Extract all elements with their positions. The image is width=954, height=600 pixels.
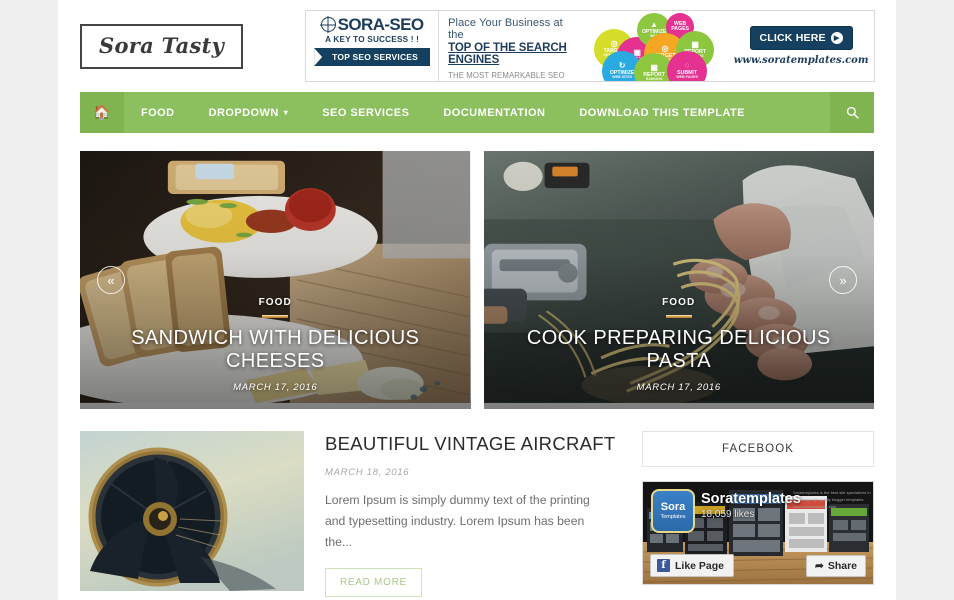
slide-1-caption: FOOD SANDWICH WITH DELICIOUS CHEESES MAR… xyxy=(80,297,471,393)
site-logo[interactable]: Sora Tasty xyxy=(80,23,244,69)
post-content: BEAUTIFUL VINTAGE AIRCRAFT MARCH 18, 201… xyxy=(325,431,620,598)
sidebar: FACEBOOK Soratemplates is the best site … xyxy=(642,431,874,597)
facebook-widget-title: FACEBOOK xyxy=(642,431,874,467)
facebook-share-button[interactable]: ➦ Share xyxy=(806,555,866,577)
nav-item-label: FOOD xyxy=(141,106,175,119)
bubble-sublabel: WEB SITES xyxy=(612,75,632,80)
post-excerpt: Lorem Ipsum is simply dummy text of the … xyxy=(325,493,590,550)
slide-2-date: MARCH 17, 2016 xyxy=(636,382,721,393)
slide-1-category[interactable]: FOOD xyxy=(96,297,455,308)
nav-item-label: DROPDOWN xyxy=(208,106,279,119)
click-here-button[interactable]: CLICK HERE ▶ xyxy=(749,26,853,50)
nav-item-dropdown[interactable]: DROPDOWN ▾ xyxy=(192,92,306,133)
banner-subtext: THE MOST REMARKABLE SEO SERVICE FOR OUR … xyxy=(448,71,565,80)
slide-2-category[interactable]: FOOD xyxy=(500,297,859,308)
bubble-icon: ↻ xyxy=(618,60,626,70)
post-list: BEAUTIFUL VINTAGE AIRCRAFT MARCH 18, 201… xyxy=(80,431,620,598)
banner-url: www.soratemplates.com xyxy=(733,55,869,66)
bubble-icon: ▲ xyxy=(650,19,659,29)
banner-headline-2: TOP OF THE SEARCH ENGINES xyxy=(448,42,567,66)
facebook-page-avatar: Sora Templates xyxy=(651,489,695,533)
slider-prev-button[interactable]: « xyxy=(97,266,125,294)
bubble-icon: ◌ xyxy=(684,60,690,70)
read-more-button[interactable]: READ MORE xyxy=(325,568,422,598)
post-date: MARCH 18, 2016 xyxy=(325,467,410,479)
post-thumbnail[interactable] xyxy=(80,431,304,591)
bubble-icon: ▦ xyxy=(691,39,699,49)
facebook-like-label: Like Page xyxy=(675,559,725,572)
banner-tagline: A KEY TO SUCCESS ! ! xyxy=(325,35,420,44)
nav-home-button[interactable]: 🏠 xyxy=(80,92,124,133)
slide-2-caption: FOOD COOK PREPARING DELICIOUS PASTA MARC… xyxy=(484,297,875,393)
home-icon: 🏠 xyxy=(93,104,111,120)
bubble-icon: ◎ xyxy=(661,43,669,53)
post-title[interactable]: BEAUTIFUL VINTAGE AIRCRAFT xyxy=(325,433,620,455)
bubble-sublabel: WEB PAGES xyxy=(676,75,698,80)
avatar-line-1: Sora xyxy=(660,501,686,513)
banner-ribbon: TOP SEO SERVICES xyxy=(314,48,431,66)
chevron-left-icon: « xyxy=(107,272,115,288)
featured-slider: « FOOD SANDWICH WITH DELICIOUS CHEESES M… xyxy=(80,151,874,409)
banner-bubble-graphic: ◎TARGETKEYWORDS▣ANALYZECONVERSION▲OPTIMI… xyxy=(582,11,732,81)
slide-1-title[interactable]: SANDWICH WITH DELICIOUS CHEESES xyxy=(96,327,455,373)
slide-1-date: MARCH 17, 2016 xyxy=(233,382,318,393)
search-icon xyxy=(846,106,859,119)
facebook-like-count: 18,059 likes xyxy=(701,509,755,520)
share-icon: ➦ xyxy=(815,560,824,572)
post-thumbnail-image xyxy=(80,431,304,591)
nav-item-label: DOWNLOAD THIS TEMPLATE xyxy=(579,106,745,119)
banner-headline-1: Place Your Business at the xyxy=(448,17,563,41)
caption-divider xyxy=(665,315,692,318)
content-area: BEAUTIFUL VINTAGE AIRCRAFT MARCH 18, 201… xyxy=(80,431,874,598)
globe-icon xyxy=(320,17,336,32)
facebook-page-plugin[interactable]: Soratemplates is the best site specializ… xyxy=(642,481,874,585)
banner-brand: SORA-SEO xyxy=(337,15,424,34)
nav-item-food[interactable]: FOOD xyxy=(124,92,192,133)
banner-cta-block: CLICK HERE ▶ www.soratemplates.com xyxy=(732,11,874,81)
bubble-sublabel: RANKING xyxy=(645,77,663,82)
slide-2[interactable]: » FOOD COOK PREPARING DELICIOUS PASTA MA… xyxy=(483,151,875,409)
bubble-icon: ◎ xyxy=(610,38,618,48)
nav-items: FOOD DROPDOWN ▾ SEO SERVICES DOCUMENTATION DO… xyxy=(124,92,830,133)
svg-text:providing high quality blogger: providing high quality blogger templates xyxy=(793,497,864,502)
facebook-page-name[interactable]: Soratemplates xyxy=(701,491,801,507)
nav-search-button[interactable] xyxy=(830,92,874,133)
slide-2-title[interactable]: COOK PREPARING DELICIOUS PASTA xyxy=(500,327,859,373)
facebook-f-icon: f xyxy=(657,559,670,572)
chevron-down-icon: ▾ xyxy=(283,108,289,117)
nav-item-seo-services[interactable]: SEO SERVICES xyxy=(305,92,426,133)
facebook-share-label: Share xyxy=(827,560,857,572)
nav-item-label: SEO SERVICES xyxy=(322,106,410,119)
site-header: Sora Tasty SORA-SEO A KEY TO SUCCESS ! !… xyxy=(58,0,896,92)
caption-divider xyxy=(262,315,289,318)
play-icon: ▶ xyxy=(830,32,843,44)
chevron-right-icon: » xyxy=(839,272,847,288)
page-container: Sora Tasty SORA-SEO A KEY TO SUCCESS ! !… xyxy=(58,0,896,600)
slide-1[interactable]: « FOOD SANDWICH WITH DELICIOUS CHEESES M… xyxy=(80,151,471,409)
svg-text:Soratemplates is the best site: Soratemplates is the best site specializ… xyxy=(793,490,871,495)
click-here-label: CLICK HERE xyxy=(759,32,826,44)
banner-ad[interactable]: SORA-SEO A KEY TO SUCCESS ! ! TOP SEO SE… xyxy=(305,10,876,82)
slider-next-button[interactable]: » xyxy=(829,266,857,294)
facebook-like-button[interactable]: f Like Page xyxy=(650,554,735,577)
bubble-icon: ▦ xyxy=(650,62,658,72)
nav-item-download-this-template[interactable]: DOWNLOAD THIS TEMPLATE xyxy=(562,92,762,133)
nav-item-documentation[interactable]: DOCUMENTATION xyxy=(426,92,562,133)
avatar-line-2: Templates xyxy=(660,513,686,520)
nav-item-label: DOCUMENTATION xyxy=(443,106,546,119)
banner-copy: Place Your Business at the TOP OF THE SE… xyxy=(439,11,582,81)
main-navigation: 🏠 FOOD DROPDOWN ▾ SEO SERVICES DOCUMENTATION… xyxy=(80,92,874,133)
site-logo-text: Sora Tasty xyxy=(99,32,225,58)
banner-brand-block: SORA-SEO A KEY TO SUCCESS ! ! TOP SEO SE… xyxy=(306,11,440,81)
